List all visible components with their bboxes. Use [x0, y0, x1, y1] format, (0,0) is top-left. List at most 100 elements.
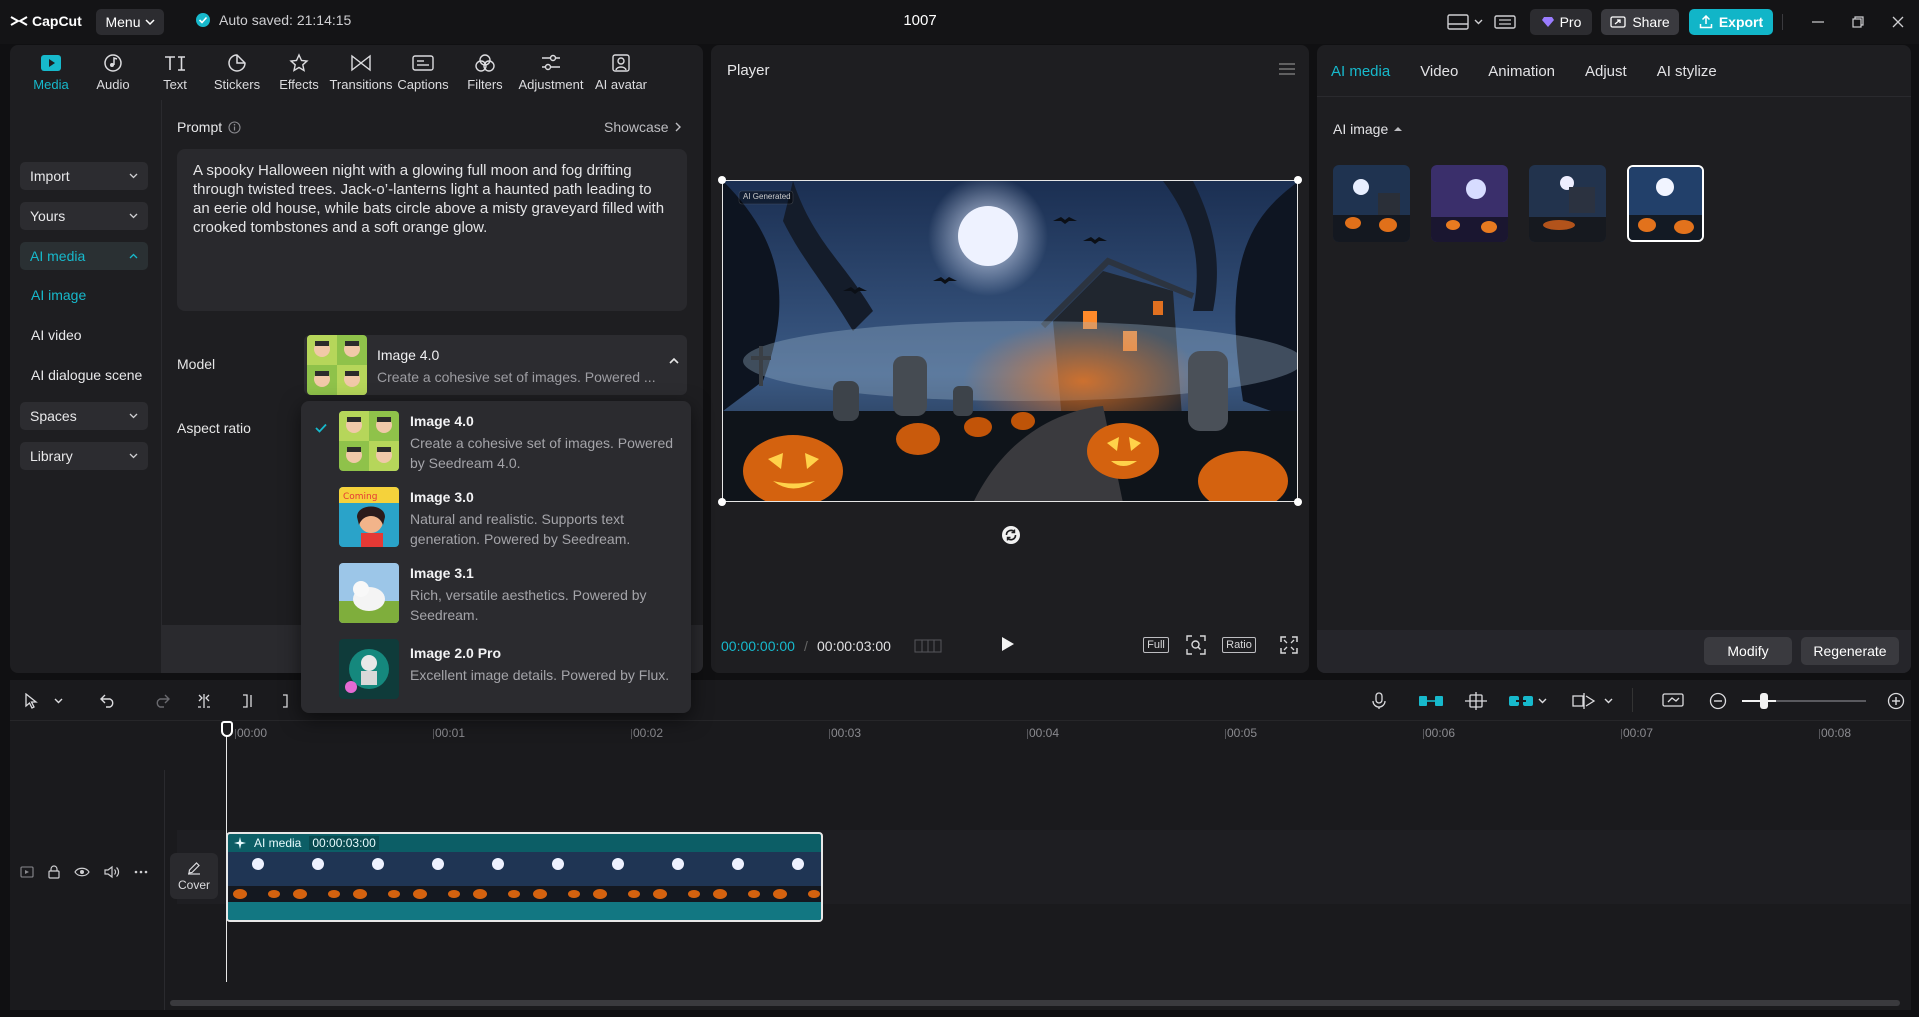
- tool-adjustment[interactable]: Adjustment: [516, 45, 586, 99]
- rotate-icon[interactable]: [1001, 525, 1021, 545]
- layout-icon[interactable]: [1445, 10, 1471, 34]
- generated-image-thumb[interactable]: [1431, 165, 1508, 242]
- grid-icon[interactable]: [914, 638, 942, 654]
- tab-animation[interactable]: Animation: [1488, 45, 1567, 97]
- sidebar-item-ai-image[interactable]: AI image: [31, 287, 86, 303]
- resize-handle[interactable]: [718, 498, 726, 506]
- regenerate-button[interactable]: Regenerate: [1801, 637, 1899, 665]
- pro-button[interactable]: Pro: [1530, 9, 1592, 35]
- modify-button[interactable]: Modify: [1704, 637, 1792, 665]
- preview-canvas[interactable]: AI Generated: [722, 180, 1298, 502]
- split-icon[interactable]: [194, 690, 214, 712]
- tool-captions[interactable]: Captions: [392, 45, 454, 99]
- sidebar-item-import[interactable]: Import: [20, 162, 148, 190]
- zoom-in-icon[interactable]: [1886, 690, 1906, 712]
- microphone-icon[interactable]: [1369, 690, 1389, 712]
- volume-icon[interactable]: [104, 865, 120, 879]
- chevron-down-icon[interactable]: [1602, 690, 1614, 712]
- screen-icon[interactable]: [1661, 690, 1685, 712]
- prompt-textarea[interactable]: A spooky Halloween night with a glowing …: [177, 149, 687, 311]
- minimize-icon[interactable]: [1806, 11, 1830, 33]
- ratio-button[interactable]: Ratio: [1220, 633, 1258, 657]
- model-label: Model: [177, 356, 216, 372]
- resize-handle[interactable]: [718, 176, 726, 184]
- sidebar-item-spaces[interactable]: Spaces: [20, 402, 148, 430]
- tool-label: Media: [33, 77, 69, 92]
- info-icon[interactable]: [228, 120, 241, 134]
- undo-icon[interactable]: [98, 690, 118, 712]
- chevron-down-icon[interactable]: [1536, 690, 1548, 712]
- share-button[interactable]: Share: [1601, 9, 1679, 35]
- time-ruler[interactable]: 00:00 00:01 00:02 00:03 00:04 00:05 00:0…: [225, 720, 1911, 742]
- more-icon[interactable]: [134, 870, 148, 874]
- model-option-image-3-1[interactable]: Image 3.1 Rich, versatile aesthetics. Po…: [301, 553, 691, 625]
- lock-icon[interactable]: [48, 865, 60, 879]
- playhead-handle[interactable]: [221, 721, 233, 737]
- tool-text[interactable]: Text: [144, 45, 206, 99]
- upload-icon: [1699, 15, 1713, 29]
- redo-icon[interactable]: [152, 690, 172, 712]
- timeline-scrollbar[interactable]: [170, 1000, 1900, 1006]
- layout-chevron-icon[interactable]: [1471, 10, 1485, 34]
- link-icon[interactable]: [1508, 690, 1534, 712]
- sidebar-item-yours[interactable]: Yours: [20, 202, 148, 230]
- restore-icon[interactable]: [1846, 11, 1870, 33]
- sidebar-item-ai-media[interactable]: AI media: [20, 242, 148, 270]
- tool-audio[interactable]: Audio: [82, 45, 144, 99]
- trim-right-icon[interactable]: [280, 690, 294, 712]
- fullscreen-icon[interactable]: [1279, 633, 1299, 657]
- svg-text:Coming: Coming: [343, 492, 377, 502]
- resize-handle[interactable]: [1294, 176, 1302, 184]
- generated-image-thumb-selected[interactable]: [1627, 165, 1704, 242]
- tab-ai-stylize[interactable]: AI stylize: [1657, 45, 1729, 97]
- model-option-image-2-0-pro[interactable]: Image 2.0 Pro Excellent image details. P…: [301, 629, 691, 701]
- ai-image-section-toggle[interactable]: AI image: [1333, 121, 1403, 137]
- zoom-slider-thumb[interactable]: [1760, 693, 1768, 709]
- tool-media[interactable]: Media: [20, 45, 82, 99]
- select-cursor-icon[interactable]: [22, 690, 42, 712]
- close-icon[interactable]: [1886, 11, 1910, 33]
- sidebar-item-ai-dialogue[interactable]: AI dialogue scene: [31, 367, 142, 383]
- model-option-image-4-0[interactable]: Image 4.0 Create a cohesive set of image…: [301, 401, 691, 473]
- tool-filters[interactable]: Filters: [454, 45, 516, 99]
- chevron-down-icon[interactable]: [52, 690, 64, 712]
- auto-snap-icon[interactable]: [1464, 690, 1488, 712]
- sidebar-item-ai-video[interactable]: AI video: [31, 327, 82, 343]
- ai-media-clip[interactable]: AI media 00:00:03:00: [226, 832, 823, 922]
- tool-label: Text: [163, 77, 187, 92]
- clip-frame: [768, 852, 821, 902]
- tool-stickers[interactable]: Stickers: [206, 45, 268, 99]
- full-quality-button[interactable]: Full: [1143, 633, 1169, 657]
- sparkle-icon: [234, 837, 246, 849]
- model-select[interactable]: Image 4.0 Create a cohesive set of image…: [304, 335, 687, 395]
- trim-left-icon[interactable]: [238, 690, 258, 712]
- keyboard-icon[interactable]: [1492, 10, 1518, 34]
- generated-image-thumb[interactable]: [1333, 165, 1410, 242]
- sidebar-item-library[interactable]: Library: [20, 442, 148, 470]
- tool-ai-avatar[interactable]: AI avatar: [586, 45, 656, 99]
- main-track-magnet-icon[interactable]: [1417, 690, 1445, 712]
- captions-icon: [412, 52, 434, 74]
- menu-button[interactable]: Menu: [96, 9, 164, 35]
- eye-icon[interactable]: [74, 866, 90, 878]
- zoom-fit-icon[interactable]: [1185, 633, 1207, 657]
- ai-generated-badge: AI Generated: [743, 192, 791, 201]
- tab-adjust[interactable]: Adjust: [1585, 45, 1639, 97]
- showcase-link[interactable]: Showcase: [604, 119, 681, 135]
- clip-frame: [588, 852, 648, 902]
- export-button[interactable]: Export: [1689, 9, 1773, 35]
- play-button[interactable]: [1001, 636, 1015, 652]
- model-option-image-3-0[interactable]: Coming Image 3.0 Natural and realistic. …: [301, 477, 691, 549]
- cover-button[interactable]: Cover: [170, 853, 218, 899]
- track-video-icon[interactable]: [20, 866, 34, 878]
- preview-axis-icon[interactable]: [1571, 690, 1597, 712]
- tool-effects[interactable]: Effects: [268, 45, 330, 99]
- tool-transitions[interactable]: Transitions: [329, 45, 393, 99]
- hamburger-menu-icon[interactable]: [1279, 63, 1295, 75]
- divider: [1782, 14, 1783, 30]
- resize-handle[interactable]: [1294, 498, 1302, 506]
- zoom-out-icon[interactable]: [1708, 690, 1728, 712]
- tab-ai-media[interactable]: AI media: [1331, 45, 1402, 97]
- generated-image-thumb[interactable]: [1529, 165, 1606, 242]
- tab-video[interactable]: Video: [1420, 45, 1470, 97]
